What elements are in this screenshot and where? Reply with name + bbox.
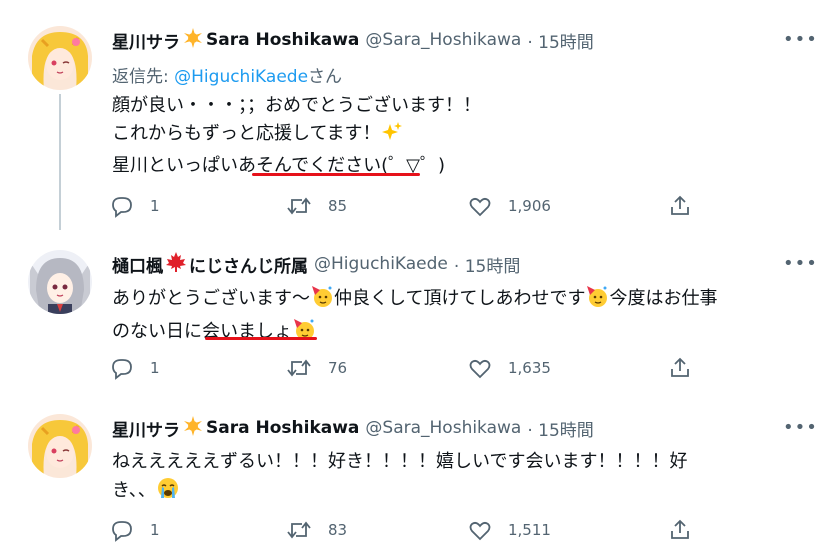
red-underline-annotation <box>205 337 317 340</box>
reply-to-label: 返信先: <box>112 67 175 87</box>
reply-count: 1 <box>150 359 160 377</box>
like-count: 1,906 <box>508 197 551 215</box>
like-button[interactable]: 1,511 <box>468 516 551 544</box>
handle[interactable]: @HiguchiKaede <box>314 254 448 274</box>
tweet-actions: 1 83 1,511 <box>110 516 710 544</box>
timestamp[interactable]: · 15時間 <box>454 252 520 277</box>
reply-count: 1 <box>150 197 160 215</box>
tweet-text-line: き、、 <box>112 476 687 509</box>
retweet-button[interactable]: 85 <box>286 192 347 220</box>
retweet-icon <box>287 197 311 215</box>
heart-icon <box>469 359 491 379</box>
timestamp[interactable]: · 15時間 <box>527 416 593 441</box>
tweet-text-line: ありがとうございます〜 仲良くして頂けてしあわせです 今度はお仕事 <box>112 284 717 317</box>
more-options-icon[interactable]: ••• <box>783 30 817 50</box>
tweet-actions: 1 85 1,906 <box>110 192 710 220</box>
tweet-text: ねえええええずるい！！！好き！！！！嬉しいです会います！！！！好 き、、 <box>112 448 687 509</box>
tweet-2[interactable]: 樋口楓 にじさんじ所属 @HiguchiKaede · 15時間 ••• ありが… <box>0 230 829 400</box>
red-underline-annotation <box>252 173 420 176</box>
reply-icon <box>112 521 132 542</box>
star-badge-icon <box>182 415 204 442</box>
tweet-text-line: ねえええええずるい！！！好き！！！！嬉しいです会います！！！！好 <box>112 451 688 472</box>
like-button[interactable]: 1,635 <box>468 354 551 382</box>
like-count: 1,511 <box>508 521 551 539</box>
tweet-text-line: 顔が良い・・・；；おめでとうございます！！ <box>112 95 481 116</box>
heart-icon <box>469 197 491 217</box>
reply-button[interactable]: 1 <box>110 192 160 220</box>
reply-to-suffix: さん <box>308 67 343 87</box>
retweet-count: 76 <box>328 359 348 377</box>
retweet-count: 85 <box>328 197 348 215</box>
display-name[interactable]: 星川サラ <box>112 28 180 53</box>
handle[interactable]: @Sara_Hoshikawa <box>365 30 521 50</box>
more-options-icon[interactable]: ••• <box>783 254 817 274</box>
reply-button[interactable]: 1 <box>110 354 160 382</box>
avatar-sara[interactable] <box>28 414 92 478</box>
tweet-text-line: これからもずっと応援してます！ <box>112 120 481 152</box>
timestamp[interactable]: · 15時間 <box>527 28 593 53</box>
retweet-button[interactable]: 76 <box>286 354 347 382</box>
tweet-actions: 1 76 1,635 <box>110 354 710 382</box>
tweet-1[interactable]: 星川サラ Sara Hoshikawa @Sara_Hoshikawa · 15… <box>0 0 829 230</box>
reply-icon <box>112 359 132 380</box>
party-face-icon <box>292 317 316 350</box>
reply-count: 1 <box>150 521 160 539</box>
display-name-en[interactable]: Sara Hoshikawa <box>206 30 359 50</box>
like-count: 1,635 <box>508 359 551 377</box>
tweet-header: 樋口楓 にじさんじ所属 @HiguchiKaede · 15時間 <box>112 251 520 278</box>
share-button[interactable] <box>668 354 692 382</box>
retweet-icon <box>287 521 311 539</box>
avatar-sara[interactable] <box>28 26 92 90</box>
reply-to-line: 返信先: @HiguchiKaedeさん <box>112 62 342 87</box>
heart-icon <box>469 521 491 541</box>
display-name-suffix[interactable]: にじさんじ所属 <box>189 252 308 277</box>
party-face-icon <box>585 284 609 317</box>
display-name[interactable]: 樋口楓 <box>112 252 163 277</box>
more-options-icon[interactable]: ••• <box>783 418 817 438</box>
sparkles-icon <box>381 121 403 152</box>
share-icon <box>671 195 689 215</box>
tweet-text: ありがとうございます〜 仲良くして頂けてしあわせです 今度はお仕事 のない日に会いま… <box>112 284 717 350</box>
tweet-text-line: のない日に会いましょ <box>112 317 717 350</box>
share-icon <box>671 357 689 377</box>
reply-button[interactable]: 1 <box>110 516 160 544</box>
handle[interactable]: @Sara_Hoshikawa <box>365 418 521 438</box>
retweet-icon <box>287 359 311 377</box>
retweet-button[interactable]: 83 <box>286 516 347 544</box>
reply-to-link[interactable]: @HiguchiKaede <box>174 67 308 87</box>
reply-icon <box>112 197 132 218</box>
share-button[interactable] <box>668 516 692 544</box>
retweet-count: 83 <box>328 521 348 539</box>
share-icon <box>671 519 689 539</box>
party-face-icon <box>310 284 334 317</box>
crying-face-icon <box>156 476 180 509</box>
share-button[interactable] <box>668 192 692 220</box>
tweet-header: 星川サラ Sara Hoshikawa @Sara_Hoshikawa · 15… <box>112 27 594 54</box>
star-badge-icon <box>182 27 204 54</box>
tweet-header: 星川サラ Sara Hoshikawa @Sara_Hoshikawa · 15… <box>112 415 594 442</box>
display-name[interactable]: 星川サラ <box>112 416 180 441</box>
display-name-en[interactable]: Sara Hoshikawa <box>206 418 359 438</box>
tweet-text: 顔が良い・・・；；おめでとうございます！！ これからもずっと応援してます！ 星川… <box>112 92 481 180</box>
maple-leaf-icon <box>165 251 187 278</box>
avatar-kaede[interactable] <box>28 250 92 314</box>
like-button[interactable]: 1,906 <box>468 192 551 220</box>
tweet-3[interactable]: 星川サラ Sara Hoshikawa @Sara_Hoshikawa · 15… <box>0 400 829 559</box>
thread-line <box>59 94 61 230</box>
